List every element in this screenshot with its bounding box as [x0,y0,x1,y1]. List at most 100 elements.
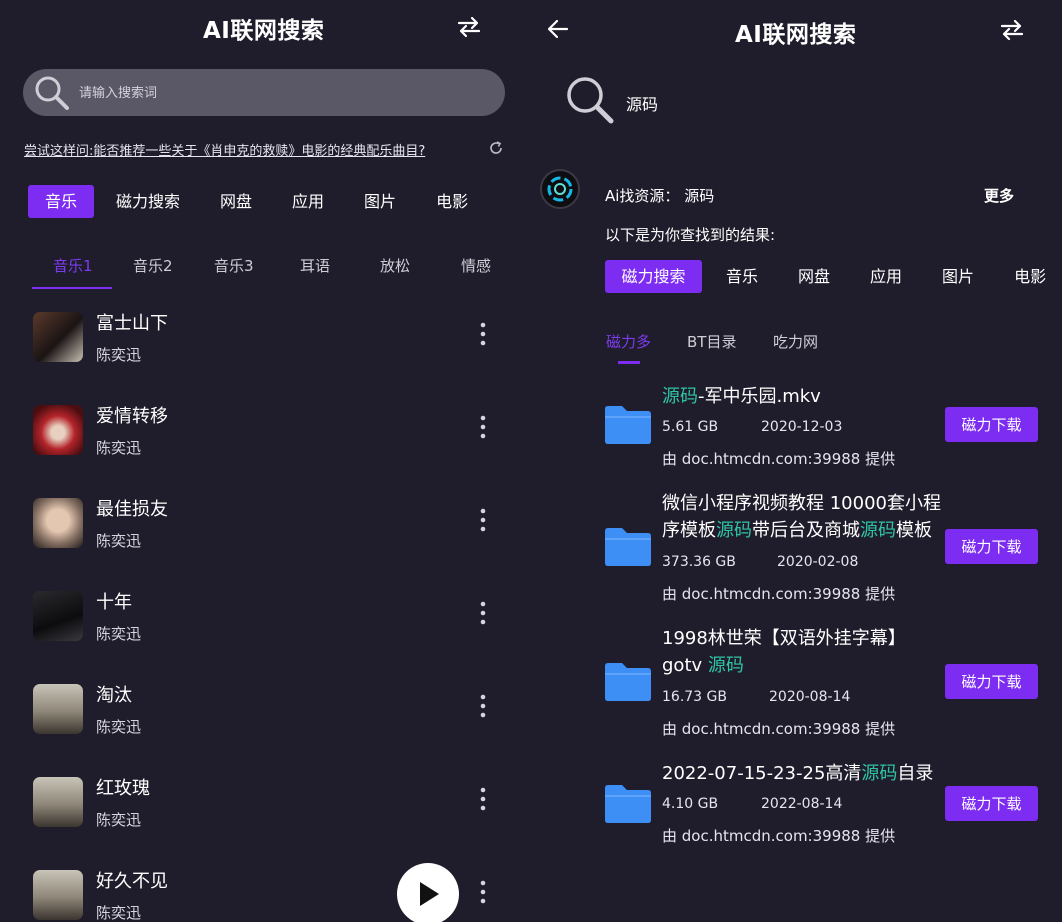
category-magnet-search[interactable]: 磁力搜索 [605,260,702,293]
song-title: 最佳损友 [96,499,168,520]
swap-arrows-icon[interactable] [1000,19,1024,41]
more-vertical-icon[interactable] [477,879,489,905]
result-size: 5.61 GB [662,419,719,435]
result-date: 2020-12-03 [761,419,843,435]
category-images[interactable]: 图片 [942,260,974,293]
subtab-whisper[interactable]: 耳语 [300,255,330,276]
folder-icon [605,528,651,566]
category-movies[interactable]: 电影 [436,185,468,218]
song-row[interactable]: 爱情转移 陈奕迅 [33,402,503,464]
search-bar[interactable] [23,69,505,116]
song-artist: 陈奕迅 [96,811,142,829]
song-artist: 陈奕迅 [96,625,142,643]
search-icon [35,76,69,110]
song-title: 富士山下 [96,313,168,334]
song-artist: 陈奕迅 [96,346,142,364]
category-apps[interactable]: 应用 [292,185,324,218]
folder-icon [605,663,651,701]
more-vertical-icon[interactable] [477,321,489,347]
album-cover [33,591,83,641]
search-input[interactable] [79,81,479,105]
category-music[interactable]: 音乐 [28,185,94,218]
subtab-chiliwang[interactable]: 吃力网 [773,331,818,352]
subtab-relax[interactable]: 放松 [380,255,410,276]
more-vertical-icon[interactable] [477,414,489,440]
more-vertical-icon[interactable] [477,786,489,812]
result-item[interactable]: 2022-07-15-23-25高清源码自录 4.10 GB 2022-08-1… [604,760,1044,850]
search-query: 源码 [626,95,659,114]
more-vertical-icon[interactable] [477,600,489,626]
folder-icon [605,406,651,444]
more-vertical-icon[interactable] [477,693,489,719]
category-magnet-search[interactable]: 磁力搜索 [116,185,180,218]
subtab-music2[interactable]: 音乐2 [133,255,173,276]
song-row[interactable]: 淘汰 陈奕迅 [33,681,503,743]
song-artist: 陈奕迅 [96,439,142,457]
song-row[interactable]: 富士山下 陈奕迅 [33,309,503,371]
result-provider: 由 doc.htmcdn.com:39988 提供 [662,450,896,468]
search-icon[interactable] [564,74,616,126]
category-images[interactable]: 图片 [364,185,396,218]
subtab-emotion[interactable]: 情感 [461,255,491,276]
result-date: 2022-08-14 [761,796,843,812]
result-title: 2022-07-15-23-25高清源码自录 [662,763,934,784]
result-date: 2020-08-14 [769,689,851,705]
album-cover [33,312,83,362]
album-cover [33,405,83,455]
song-row[interactable]: 十年 陈奕迅 [33,588,503,650]
result-title: 1998林世荣【双语外挂字幕】gotv 源码 [662,628,906,676]
song-artist: 陈奕迅 [96,718,142,736]
song-title: 红玫瑰 [96,778,150,799]
ai-logo-icon [540,169,580,209]
category-apps[interactable]: 应用 [870,260,902,293]
results-intro: 以下是为你查找到的结果: [605,226,776,244]
result-size: 373.36 GB [662,554,736,570]
back-arrow-icon[interactable] [546,18,570,40]
result-provider: 由 doc.htmcdn.com:39988 提供 [662,720,896,738]
song-row[interactable]: 红玫瑰 陈奕迅 [33,774,503,836]
result-provider: 由 doc.htmcdn.com:39988 提供 [662,827,896,845]
result-provider: 由 doc.htmcdn.com:39988 提供 [662,585,896,603]
album-cover [33,777,83,827]
subtab-cililiduo[interactable]: 磁力多 [606,331,651,352]
magnet-download-button[interactable]: 磁力下载 [945,786,1038,821]
category-netdisk[interactable]: 网盘 [798,260,830,293]
more-link[interactable]: 更多 [984,185,1014,206]
category-music[interactable]: 音乐 [726,260,758,293]
song-title: 十年 [96,592,132,613]
album-cover [33,870,83,920]
result-item[interactable]: 1998林世荣【双语外挂字幕】gotv 源码 16.73 GB 2020-08-… [604,625,1044,740]
refresh-icon[interactable] [488,140,504,156]
result-title: 源码-军中乐园.mkv [662,386,821,407]
song-title: 爱情转移 [96,406,168,427]
category-tabs: 磁力搜索 音乐 网盘 应用 图片 电影 [605,260,1046,293]
magnet-download-button[interactable]: 磁力下载 [945,664,1038,699]
resource-results-screen: AI联网搜索 源码 Ai找资源： 源码 更多 以下是为你查找到的结果: 磁力搜索… [530,0,1062,922]
category-tabs: 音乐 磁力搜索 网盘 应用 图片 电影 [28,185,468,218]
suggested-question-link[interactable]: 尝试这样问:能否推荐一些关于《肖申克的救赎》电影的经典配乐曲目? [24,140,425,159]
category-movies[interactable]: 电影 [1014,260,1046,293]
app-title: AI联网搜索 [735,22,857,48]
song-artist: 陈奕迅 [96,904,142,922]
swap-arrows-icon[interactable] [457,16,481,38]
result-item[interactable]: 源码-军中乐园.mkv 5.61 GB 2020-12-03 由 doc.htm… [604,383,1044,473]
song-title: 淘汰 [96,685,132,706]
ai-resource-label: Ai找资源： 源码 [605,187,715,205]
subtab-music1[interactable]: 音乐1 [53,255,93,276]
play-button[interactable] [397,863,459,922]
subtab-bt-directory[interactable]: BT目录 [687,331,736,352]
song-title: 好久不见 [96,871,168,892]
subtab-music3[interactable]: 音乐3 [214,255,254,276]
folder-icon [605,785,651,823]
song-artist: 陈奕迅 [96,532,142,550]
album-cover [33,684,83,734]
category-netdisk[interactable]: 网盘 [220,185,252,218]
active-subtab-indicator [618,361,640,364]
album-cover [33,498,83,548]
result-size: 4.10 GB [662,796,719,812]
magnet-download-button[interactable]: 磁力下载 [945,407,1038,442]
more-vertical-icon[interactable] [477,507,489,533]
result-item[interactable]: 微信小程序视频教程 10000套小程序模板源码带后台及商城源码模板 373.36… [604,490,1044,605]
magnet-download-button[interactable]: 磁力下载 [945,529,1038,564]
song-row[interactable]: 最佳损友 陈奕迅 [33,495,503,557]
